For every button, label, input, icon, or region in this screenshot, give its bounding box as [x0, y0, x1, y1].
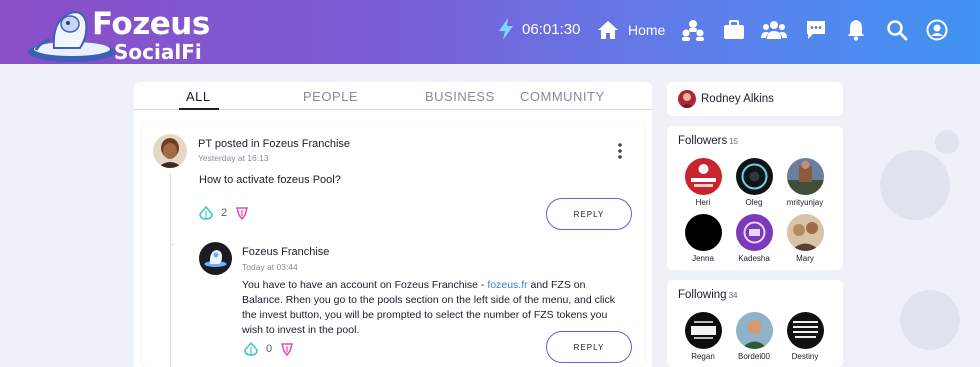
following-name: Bordei00 [737, 352, 771, 361]
follower-item[interactable]: Jenna [678, 214, 728, 263]
tab-community[interactable]: COMMUNITY [520, 89, 605, 104]
following-card: Following 34 Regan Bordei00 Destiny [667, 280, 843, 367]
clock-time: 06:01:30 [522, 20, 581, 38]
tab-all[interactable]: ALL [186, 89, 211, 104]
following-item[interactable]: Bordei00 [729, 312, 779, 361]
briefcase-icon[interactable] [721, 17, 747, 43]
reply-text-part: You have to have an account on Fozeus Fr… [242, 279, 488, 291]
followers-title: Followers 15 [678, 135, 738, 147]
reply-button[interactable]: REPLY [546, 331, 632, 363]
post-author-line: PT posted in Fozeus Franchise [198, 138, 351, 150]
active-tab-indicator [179, 108, 219, 110]
reply-author: Fozeus Franchise [242, 246, 330, 258]
follower-item[interactable]: Oleg [729, 158, 779, 207]
followers-label: Followers [678, 135, 728, 147]
search-icon[interactable] [884, 17, 910, 43]
post-reactions: 2 [199, 206, 249, 220]
following-name: Regan [691, 352, 715, 361]
post-card: PT posted in Fozeus Franchise Yesterday … [142, 122, 644, 367]
reply-link[interactable]: fozeus.fr [487, 279, 527, 291]
reply-reactions: 0 [244, 342, 294, 356]
dislike-icon[interactable] [235, 206, 249, 220]
background-decoration [900, 290, 960, 350]
brand-logo[interactable]: Fozeus SocialFi [26, 2, 226, 64]
avatar [684, 214, 722, 251]
like-count: 2 [221, 207, 228, 219]
follower-name: mrityunjay [786, 198, 824, 207]
bolt-icon [499, 18, 513, 40]
follower-item[interactable]: Kadesha [729, 214, 779, 263]
reply-author-avatar[interactable] [199, 242, 232, 275]
follower-item[interactable]: Heri [678, 158, 728, 207]
tab-people[interactable]: PEOPLE [303, 89, 358, 104]
account-icon[interactable] [924, 17, 950, 43]
home-icon[interactable] [595, 17, 621, 43]
avatar [684, 158, 722, 195]
like-icon[interactable] [199, 206, 213, 220]
post-body: How to activate fozeus Pool? [199, 174, 341, 186]
reply-timestamp: Today at 03:44 [242, 262, 298, 272]
background-decoration [935, 130, 959, 154]
profile-avatar[interactable] [678, 90, 696, 108]
dislike-icon[interactable] [280, 342, 294, 356]
chat-icon[interactable] [803, 17, 829, 43]
people-group-icon[interactable] [680, 17, 706, 43]
follower-name: Heri [695, 198, 711, 207]
follower-name: Mary [796, 254, 814, 263]
reply-body: You have to have an account on Fozeus Fr… [242, 278, 622, 338]
following-item[interactable]: Destiny [780, 312, 830, 361]
tab-business[interactable]: BUSINESS [425, 89, 495, 104]
avatar [735, 158, 773, 195]
brand-name: Fozeus [92, 6, 210, 42]
post-author-avatar[interactable] [153, 134, 187, 168]
nav-home-label[interactable]: Home [628, 22, 665, 38]
top-navbar: Fozeus SocialFi 06:01:30 Home [0, 0, 980, 64]
avatar [786, 312, 824, 349]
avatar [735, 312, 773, 349]
profile-name[interactable]: Rodney Alkins [701, 93, 774, 105]
follower-item[interactable]: Mary [780, 214, 830, 263]
post-timestamp: Yesterday at 16:13 [198, 153, 269, 163]
activity-feed: ALL PEOPLE BUSINESS COMMUNITY PT posted … [134, 82, 652, 367]
users-icon[interactable] [761, 17, 787, 43]
feed-tabs: ALL PEOPLE BUSINESS COMMUNITY [134, 82, 652, 110]
avatar [786, 158, 824, 195]
bell-icon[interactable] [843, 17, 869, 43]
following-count: 34 [728, 291, 738, 300]
avatar [735, 214, 773, 251]
following-item[interactable]: Regan [678, 312, 728, 361]
following-title: Following 34 [678, 289, 737, 301]
reply-button[interactable]: REPLY [546, 198, 632, 230]
follower-name: Oleg [745, 198, 763, 207]
thread-line [170, 244, 174, 245]
background-decoration [880, 150, 950, 220]
followers-card: Followers 15 Heri Oleg mrityunjay Jenna … [667, 126, 843, 270]
follower-name: Jenna [692, 254, 714, 263]
like-icon[interactable] [244, 342, 258, 356]
follower-item[interactable]: mrityunjay [780, 158, 830, 207]
thread-line [170, 174, 171, 367]
avatar [786, 214, 824, 251]
follower-name: Kadesha [738, 254, 770, 263]
avatar [684, 312, 722, 349]
more-options-icon[interactable] [616, 142, 624, 160]
like-count: 0 [266, 343, 273, 355]
clock: 06:01:30 [498, 18, 580, 40]
following-label: Following [678, 289, 727, 301]
following-name: Destiny [791, 352, 819, 361]
brand-subtitle: SocialFi [114, 40, 202, 64]
profile-card[interactable]: Rodney Alkins [667, 82, 843, 116]
followers-count: 15 [729, 137, 739, 146]
